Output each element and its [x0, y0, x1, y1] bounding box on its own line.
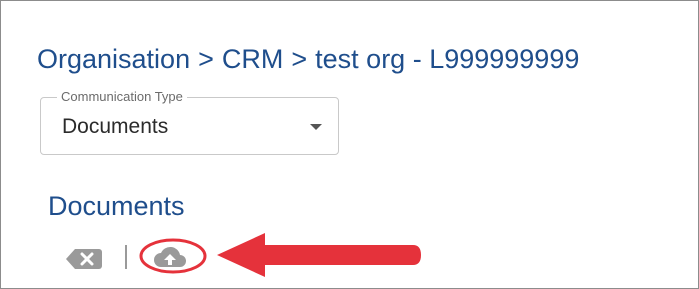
toolbar-divider — [125, 245, 127, 269]
communication-type-label: Communication Type — [57, 89, 187, 105]
breadcrumb-separator: > — [198, 44, 214, 74]
backspace-icon[interactable] — [65, 247, 103, 271]
breadcrumb: Organisation > CRM > test org - L999999999 — [37, 41, 579, 77]
documents-section-title: Documents — [48, 191, 185, 221]
breadcrumb-record: test org - L999999999 — [315, 44, 580, 74]
breadcrumb-organisation[interactable]: Organisation — [37, 41, 190, 77]
breadcrumb-crm[interactable]: CRM — [222, 41, 284, 77]
communication-type-select[interactable]: Communication Type Documents — [40, 89, 339, 155]
documents-toolbar — [63, 233, 423, 277]
app-panel: Organisation > CRM > test org - L999999999 C… — [0, 0, 699, 289]
breadcrumb-separator: > — [291, 44, 308, 74]
annotation-arrow-icon — [217, 233, 421, 277]
caret-down-icon — [310, 124, 322, 130]
highlight-ring — [139, 238, 207, 274]
communication-type-value: Documents — [62, 115, 169, 138]
